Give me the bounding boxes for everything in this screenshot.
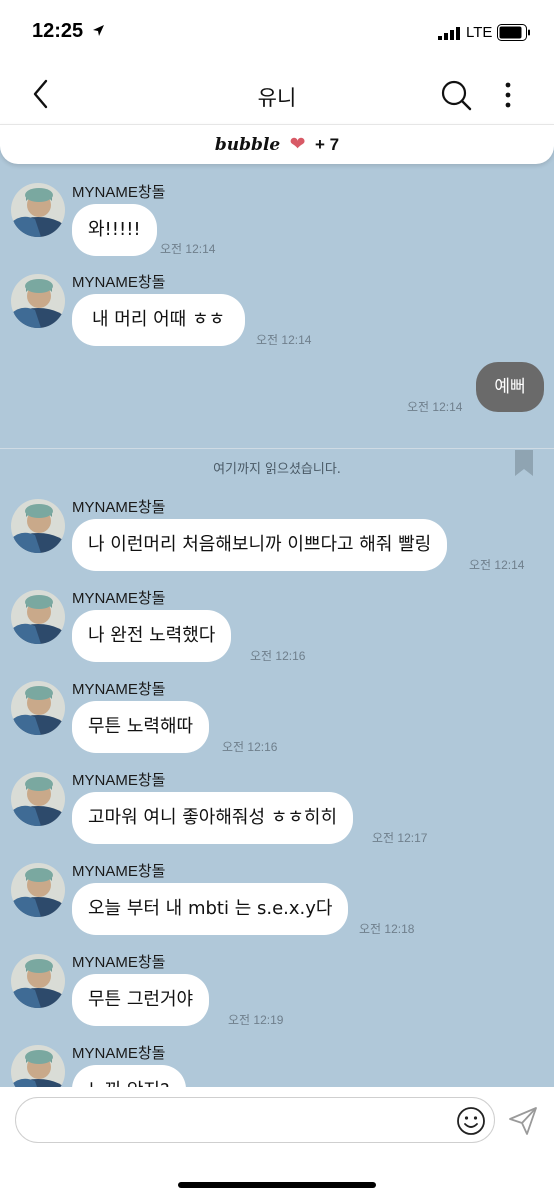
sender-name: MYNAME창돌 bbox=[72, 274, 166, 291]
avatar[interactable] bbox=[11, 954, 65, 1008]
sender-name: MYNAME창돌 bbox=[72, 863, 166, 880]
message-time: 오전 12:16 bbox=[250, 649, 306, 663]
sender-name: MYNAME창돌 bbox=[72, 954, 166, 971]
send-icon[interactable] bbox=[507, 1105, 539, 1137]
message-bubble[interactable]: 무튼 노력해따 bbox=[72, 701, 210, 753]
message-bubble[interactable]: 내 머리 어때 ㅎㅎ bbox=[72, 294, 246, 346]
status-time: 12:25 bbox=[32, 20, 84, 42]
message-bubble[interactable]: 무튼 그런거야 bbox=[72, 974, 210, 1026]
sender-name: MYNAME창돌 bbox=[72, 499, 166, 516]
avatar[interactable] bbox=[11, 183, 65, 237]
avatar[interactable] bbox=[11, 681, 65, 735]
avatar[interactable] bbox=[11, 499, 65, 553]
message-time: 오전 12:19 bbox=[228, 1013, 284, 1027]
message-bubble[interactable]: 와!!!!! bbox=[72, 204, 157, 256]
battery-icon bbox=[497, 24, 530, 41]
signal-icon bbox=[438, 27, 460, 40]
sender-name: MYNAME창돌 bbox=[72, 772, 166, 789]
message-bubble[interactable]: 오늘 부터 내 mbti 는 s.e.x.y다 bbox=[72, 883, 349, 935]
my-message-bubble[interactable]: 예뻐 bbox=[476, 362, 544, 412]
heart-icon: ❤ bbox=[289, 133, 306, 155]
sender-name: MYNAME창돌 bbox=[72, 1045, 166, 1062]
chat-header: 유니 bbox=[0, 62, 554, 124]
read-divider bbox=[0, 448, 554, 449]
location-arrow-icon bbox=[93, 25, 104, 36]
home-indicator bbox=[178, 1182, 376, 1188]
message-time: 오전 12:16 bbox=[222, 740, 278, 754]
message-time: 오전 12:18 bbox=[359, 922, 415, 936]
bubble-banner[interactable]: bubble ❤ + 7 bbox=[0, 124, 554, 164]
avatar[interactable] bbox=[11, 274, 65, 328]
message-bubble[interactable]: 나 이런머리 처음해보니까 이쁘다고 해줘 빨링 bbox=[72, 519, 448, 571]
message-time: 오전 12:14 bbox=[256, 333, 312, 347]
message-time: 오전 12:14 bbox=[160, 242, 216, 256]
emoji-icon[interactable] bbox=[456, 1106, 486, 1136]
message-bubble[interactable]: 나 완전 노력했다 bbox=[72, 610, 232, 662]
message-time: 오전 12:17 bbox=[372, 831, 428, 845]
sender-name: MYNAME창돌 bbox=[72, 590, 166, 607]
bubble-count: + 7 bbox=[314, 135, 340, 154]
bookmark-icon bbox=[515, 450, 533, 476]
bubble-brand: bubble bbox=[214, 135, 281, 155]
status-bar: 12:25 LTE bbox=[0, 0, 554, 62]
sender-name: MYNAME창돌 bbox=[72, 184, 166, 201]
message-composer bbox=[0, 1087, 554, 1200]
message-bubble[interactable]: 고마워 여니 좋아해줘성 ㅎㅎ히히 bbox=[72, 792, 354, 844]
avatar[interactable] bbox=[11, 863, 65, 917]
sender-name: MYNAME창돌 bbox=[72, 681, 166, 698]
search-icon[interactable] bbox=[440, 79, 472, 111]
message-time: 오전 12:14 bbox=[469, 558, 525, 572]
my-message-time: 오전 12:14 bbox=[407, 400, 463, 414]
message-input[interactable] bbox=[15, 1097, 495, 1143]
read-marker-text: 여기까지 읽으셨습니다. bbox=[213, 462, 341, 477]
network-type: LTE bbox=[466, 24, 493, 41]
avatar[interactable] bbox=[11, 590, 65, 644]
avatar[interactable] bbox=[11, 772, 65, 826]
more-icon[interactable] bbox=[498, 80, 518, 110]
